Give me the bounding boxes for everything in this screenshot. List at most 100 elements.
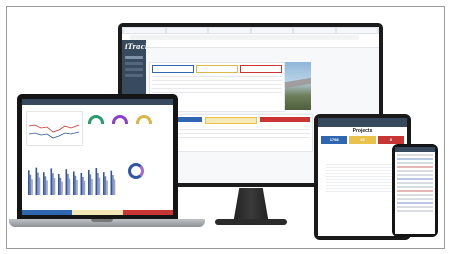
browser-tab[interactable] [251, 28, 292, 33]
bar [43, 172, 45, 195]
bar [91, 178, 93, 195]
list-item[interactable] [397, 162, 433, 164]
bar [46, 180, 48, 195]
bar [50, 168, 53, 195]
bar [73, 171, 75, 195]
bar [35, 167, 38, 195]
bar [83, 180, 86, 195]
bar [61, 181, 63, 195]
table-row [152, 80, 282, 81]
bar [37, 172, 39, 195]
bar [104, 176, 107, 195]
bar [59, 177, 62, 195]
phone-header [395, 147, 435, 152]
bar [82, 176, 84, 195]
bottom-blue-segment [22, 210, 73, 215]
stat-red[interactable]: 8 [377, 136, 404, 144]
bottom-red-segment [122, 210, 173, 215]
browser-tab-strip [122, 27, 379, 34]
sidebar-item[interactable] [125, 56, 143, 59]
browser-tab[interactable] [294, 28, 335, 33]
laptop-bottom-bar [22, 210, 173, 215]
bar [88, 169, 90, 195]
bar [68, 178, 71, 195]
tablet-header [318, 118, 407, 127]
bar [76, 179, 78, 195]
status-box-yellow[interactable] [196, 65, 238, 73]
bar [98, 177, 101, 195]
status-box-blue[interactable] [152, 65, 194, 73]
sidebar-item[interactable] [125, 62, 143, 65]
monitor-stand [233, 188, 269, 222]
bar [89, 174, 92, 195]
list-item[interactable] [397, 198, 433, 200]
breadcrumb [146, 48, 379, 52]
list-item[interactable] [397, 182, 433, 184]
bar [74, 175, 77, 195]
line-chart-card [26, 111, 83, 146]
browser-tab[interactable] [209, 28, 250, 33]
line-chart [28, 124, 80, 139]
monitor-base [215, 219, 287, 225]
bridge-photo [285, 62, 311, 110]
bar [113, 179, 116, 195]
app-logo: iTrack [125, 42, 150, 51]
list-item[interactable] [397, 186, 433, 188]
bar [28, 170, 30, 195]
bar [38, 177, 41, 195]
bridge-shape [285, 77, 311, 89]
bar [110, 170, 113, 195]
status-box-red[interactable] [240, 65, 282, 73]
sidebar-item[interactable] [125, 68, 143, 71]
donut-chart [128, 163, 144, 179]
browser-tab[interactable] [124, 28, 165, 33]
list-item[interactable] [397, 178, 433, 180]
bar [67, 173, 69, 195]
red-action-button[interactable] [260, 117, 310, 122]
phone [392, 144, 438, 237]
stat-blue[interactable]: 1798 [321, 136, 348, 144]
browser-tab[interactable] [336, 28, 377, 33]
bar [97, 172, 99, 195]
gauge-yellow [136, 115, 152, 124]
browser-tab[interactable] [166, 28, 207, 33]
list-item[interactable] [397, 170, 433, 172]
table-row [152, 84, 282, 85]
laptop [17, 94, 178, 220]
list-item[interactable] [397, 166, 433, 168]
table-row [152, 88, 282, 89]
bar [53, 177, 56, 195]
phone-screen [395, 147, 435, 234]
list-item[interactable] [397, 210, 433, 212]
bar [44, 176, 47, 195]
stat-yellow[interactable]: 22 [349, 136, 376, 144]
list-item[interactable] [397, 154, 433, 156]
sidebar-item[interactable] [125, 74, 143, 77]
bottom-yellow-segment [72, 210, 123, 215]
bar [80, 172, 83, 195]
status-row [150, 65, 284, 73]
list-item[interactable] [397, 194, 433, 196]
gauge-purple [112, 115, 128, 124]
bar [106, 180, 108, 195]
bar [58, 174, 60, 195]
table-row [152, 92, 282, 93]
gauge-green [88, 115, 104, 124]
product-showcase: iTrack Projects 1798 22 8 [6, 6, 445, 249]
yellow-action-button[interactable] [205, 117, 257, 124]
bar [95, 168, 98, 195]
table-row [152, 76, 282, 77]
gauge-group [88, 115, 152, 124]
bar [52, 173, 54, 195]
list-item[interactable] [397, 206, 433, 208]
list-item[interactable] [397, 202, 433, 204]
laptop-app-header [22, 99, 173, 105]
bar [31, 179, 33, 195]
list-item[interactable] [397, 190, 433, 192]
laptop-notch [91, 219, 113, 222]
page-header [146, 40, 379, 48]
bar-chart [28, 167, 116, 195]
list-item[interactable] [397, 174, 433, 176]
list-item[interactable] [397, 158, 433, 160]
line-series-red [28, 124, 80, 133]
